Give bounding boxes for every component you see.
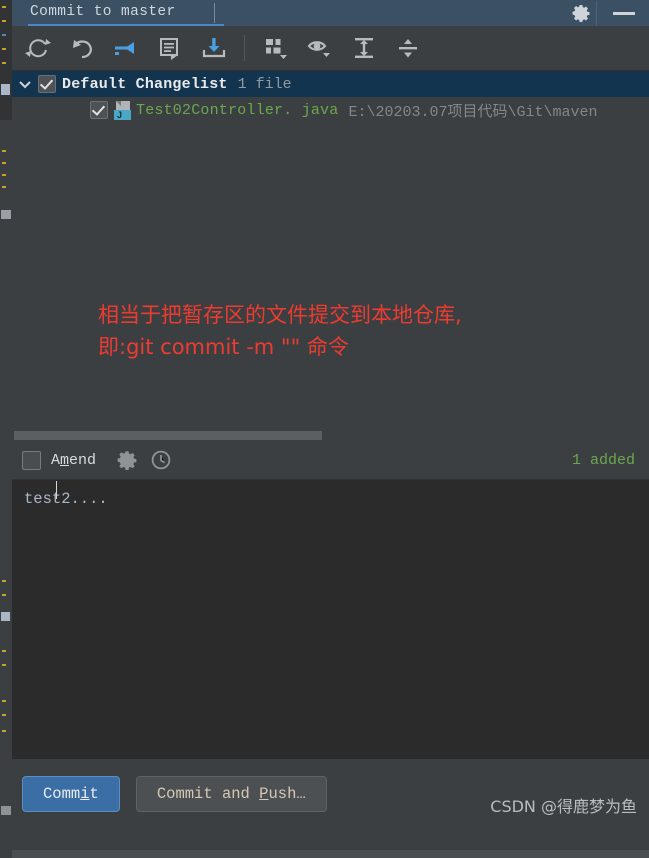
file-checkbox[interactable] xyxy=(90,101,108,119)
update-icon[interactable] xyxy=(200,34,228,62)
java-file-icon: J xyxy=(114,100,132,120)
amend-label-mnemonic: m xyxy=(60,451,70,469)
titlebar-divider xyxy=(596,1,597,26)
watermark: CSDN @得鹿梦为鱼 xyxy=(490,797,637,816)
amend-label-pre: A xyxy=(51,451,61,469)
file-name: Test02Controller. java xyxy=(136,101,339,119)
commit-and-push-pre: Commit and xyxy=(156,785,260,803)
expand-all-icon[interactable] xyxy=(350,34,378,62)
chevron-down-icon[interactable] xyxy=(12,71,38,97)
gear-icon[interactable] xyxy=(116,449,138,471)
rollback-icon[interactable] xyxy=(68,34,96,62)
commit-message-text: test2.... xyxy=(24,490,108,508)
toolbar-separator xyxy=(244,35,245,61)
show-diff-icon[interactable] xyxy=(156,34,184,62)
changes-toolbar xyxy=(12,26,649,71)
refresh-icon[interactable] xyxy=(24,34,52,62)
annotation-line-2: 即:git commit -m "" 命令 xyxy=(98,335,349,359)
horizontal-scrollbar[interactable] xyxy=(12,429,649,441)
amend-checkbox[interactable] xyxy=(22,450,41,470)
changes-tree[interactable]: Default Changelist 1 file J Test02Contro… xyxy=(12,71,649,429)
commit-message-input[interactable]: test2.... xyxy=(12,479,649,759)
gear-icon[interactable] xyxy=(571,3,591,23)
commit-dialog: Commit to master Default Changelist 1 fi… xyxy=(12,0,649,858)
move-to-changelist-icon[interactable] xyxy=(112,34,140,62)
scrollbar-thumb[interactable] xyxy=(14,431,322,440)
group-by-icon[interactable] xyxy=(262,34,290,62)
changelist-row[interactable]: Default Changelist 1 file xyxy=(12,71,649,97)
changelist-file-count: 1 file xyxy=(237,75,292,93)
status-badge: 1 added xyxy=(571,451,635,469)
commit-button-mnemonic: i xyxy=(80,785,90,803)
commit-and-push-button[interactable]: Commit and Push… xyxy=(135,776,327,812)
preview-icon[interactable] xyxy=(306,34,334,62)
collapse-all-icon[interactable] xyxy=(394,34,422,62)
commit-button-pre: Comm xyxy=(43,785,81,803)
file-path: E:\20203.07项目代码\Git\maven xyxy=(348,103,598,121)
tab-caret xyxy=(214,3,215,23)
tab-commit-to-master[interactable]: Commit to master xyxy=(26,0,180,26)
minimize-icon[interactable] xyxy=(613,3,635,23)
bottom-strip xyxy=(12,850,649,858)
clock-icon[interactable] xyxy=(150,449,172,471)
commit-and-push-post: ush… xyxy=(268,785,306,803)
changelist-label: Default Changelist xyxy=(62,75,228,93)
dialog-button-bar: Commit Commit and Push… CSDN @得鹿梦为鱼 xyxy=(12,759,649,829)
amend-label: Amend xyxy=(51,452,96,469)
table-row[interactable]: J Test02Controller. java E:\20203.07项目代码… xyxy=(12,97,649,123)
annotation-line-1: 相当于把暂存区的文件提交到本地仓库, xyxy=(98,303,462,327)
dialog-titlebar: Commit to master xyxy=(12,0,649,27)
annotation-overlay: 相当于把暂存区的文件提交到本地仓库, 即:git commit -m "" 命令 xyxy=(98,299,462,363)
background-ide-sliver xyxy=(0,0,12,858)
text-caret xyxy=(56,481,57,499)
commit-button-post: t xyxy=(89,785,99,803)
commit-button[interactable]: Commit xyxy=(22,776,120,812)
changelist-checkbox[interactable] xyxy=(38,75,56,93)
amend-bar: Amend 1 added xyxy=(12,441,649,479)
amend-label-post: end xyxy=(69,451,97,469)
